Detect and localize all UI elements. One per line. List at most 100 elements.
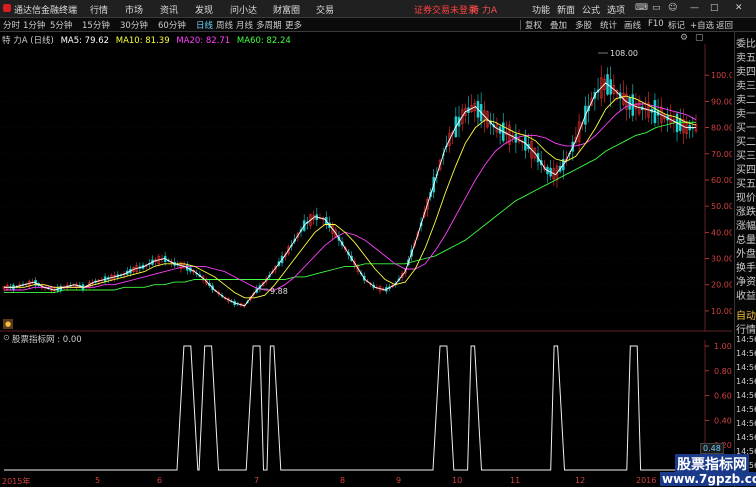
quote-field-label: 卖三 [736,81,756,92]
ma5-line [4,82,696,307]
x-label-2015: 2015年 [2,477,31,486]
tick-time-label: 14:56 [736,433,756,442]
app-logo-icon [3,4,11,12]
settings-gear-icon[interactable]: ⚙ [680,33,688,43]
menu-hangqing[interactable]: 行情 [90,3,108,16]
quote-field-label: 买三 [736,151,756,162]
x-label-7: 7 [254,476,260,485]
login-notice[interactable]: 证券交易未登录 [414,3,477,16]
price-tick-label: 20.00 [711,281,732,290]
maximize-icon[interactable]: □ [710,3,719,13]
tick-time-label: 14:56 [736,335,756,344]
tool-back[interactable]: 返回 [716,19,733,31]
tick-time-label: 14:56 [736,363,756,372]
panel-expand-icon[interactable]: ▢ [695,33,704,43]
tick-time-label: 14:56 [736,419,756,428]
minimize-icon[interactable]: — [690,3,699,13]
price-tick-label: 50.00 [711,202,732,211]
indicator-axis-ticks: 1.000.800.600.400.20 [705,342,732,450]
indicator-grid [0,345,705,446]
quote-side-panel: 委比 卖五 卖四 卖三 卖二 卖一 买一 买二 买三 买四 买五 现价 涨跌 涨幅 总量 外盘 换手 净资 收益 自动… [734,32,756,487]
window-icon[interactable]: ▭ [652,3,661,13]
tick-time-label: 14:56 [736,391,756,400]
tab-more[interactable]: 更多 [285,19,302,31]
menu-zixun[interactable]: 资讯 [160,3,178,16]
x-label-12: 12 [575,476,586,485]
price-tick-label: 30.00 [711,255,732,264]
tab-1min[interactable]: 1分钟 [23,19,45,31]
quote-field-label: 换手 [736,263,756,274]
indicator-tick-label: 1.00 [714,342,732,351]
ma-lines [4,82,697,307]
tick-time-label: 14:56 [736,377,756,386]
tab-15min[interactable]: 15分钟 [82,19,110,31]
price-tick-label: 60.00 [711,176,732,185]
quote-field-label: 现价 [736,193,756,204]
quote-field-label: 涨幅 [736,221,756,232]
tool-f10[interactable]: F10 [648,19,664,29]
tool-duogu[interactable]: 多股 [575,19,592,31]
ma20-line [4,103,697,291]
tab-weekly[interactable]: 周线 [216,19,233,31]
ma60-line [4,121,696,294]
tab-daily[interactable]: 日线 [196,19,213,31]
menu-wenxiaoda[interactable]: 问小达 [230,3,257,16]
menu-xinmian[interactable]: 新面 [557,3,575,16]
tool-diejia[interactable]: 叠加 [550,19,567,31]
user-icon[interactable]: ☺ [668,3,677,13]
x-label-9: 9 [396,476,402,485]
menu-gongshi[interactable]: 公式 [582,3,600,16]
tool-add-favorite[interactable]: +自选 [690,19,714,31]
quote-field-label: 买五 [736,179,756,190]
candles [2,65,698,308]
indicator-chart[interactable]: 1.000.800.600.400.20 [0,340,732,476]
price-annotations: 108.00 9.88 [258,49,638,296]
tab-fenshi[interactable]: 分时 [3,19,20,31]
keyboard-icon[interactable]: ⌨ [635,3,648,13]
quote-field-label: 卖四 [736,67,756,78]
tab-multi-period[interactable]: 多周期 [256,19,282,31]
x-label-5: 5 [95,476,101,485]
toolbar-divider [520,20,521,30]
tick-time-label: 14:56 [736,349,756,358]
price-tick-label: 10.00 [711,307,732,316]
quote-field-label: 卖一 [736,109,756,120]
menu-jiaoyi[interactable]: 交易 [316,3,334,16]
tick-time-label: 行情 [736,325,756,336]
signal-line [4,345,696,471]
watermark-url: www.7gpzb.com [660,472,756,486]
current-value-box: 0.48 [700,443,724,454]
tab-60min[interactable]: 60分钟 [158,19,186,31]
indicator-tick-label: 0.60 [714,392,732,401]
menu-xuanxiang[interactable]: 选项 [607,3,625,16]
quote-field-label: 总量 [736,235,756,246]
tick-time-label: 自动 [736,311,756,322]
tool-biaoji[interactable]: 标记 [668,19,685,31]
tab-5min[interactable]: 5分钟 [50,19,72,31]
tool-huaxian[interactable]: 画线 [624,19,641,31]
quote-field-label: 卖二 [736,95,756,106]
tool-fuquan[interactable]: 复权 [525,19,542,31]
tool-tongji[interactable]: 统计 [600,19,617,31]
menu-gongneng[interactable]: 功能 [532,3,550,16]
quote-field-label: 涨跌 [736,207,756,218]
tab-30min[interactable]: 30分钟 [120,19,148,31]
quote-field-label: 委比 [736,39,756,50]
quote-field-label: 收益 [736,291,756,302]
menu-caifuquan[interactable]: 财富圈 [273,3,300,16]
quote-field-label: 净资 [736,277,756,288]
close-icon[interactable]: ✕ [735,3,743,13]
price-tick-label: 70.00 [711,150,732,159]
low-label: 9.88 [270,287,288,296]
menu-shichang[interactable]: 市场 [125,3,143,16]
x-label-11: 11 [510,476,521,485]
x-label-8: 8 [340,476,346,485]
indicator-tick-label: 0.80 [714,367,732,376]
tab-monthly[interactable]: 月线 [236,19,253,31]
price-tick-label: 40.00 [711,228,732,237]
quote-field-label: 买二 [736,137,756,148]
price-chart[interactable]: 108.00 9.88 100.0 90.00 80.00 70.00 60.00 50.… [0,44,732,332]
period-toolbar: 分时 1分钟 5分钟 15分钟 30分钟 60分钟 日线 周线 月线 多周期 更… [0,18,756,32]
indicator-toggle-icon[interactable]: ● [3,319,13,329]
menu-faxian[interactable]: 发现 [195,3,213,16]
